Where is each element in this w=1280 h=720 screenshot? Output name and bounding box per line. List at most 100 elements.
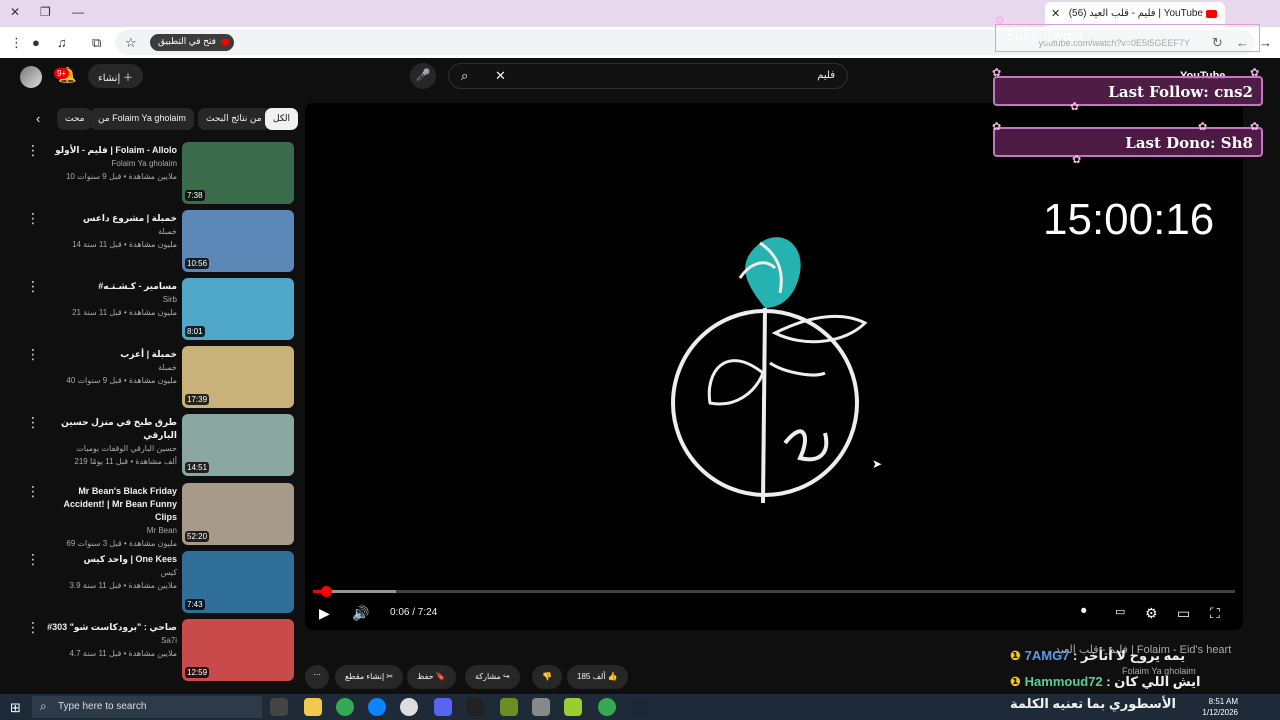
last-dono-label: Last Dono: Sh8 [1125, 134, 1253, 152]
clear-search-icon[interactable]: ✕ [495, 68, 506, 84]
video-title[interactable]: #صاحي : "برودكاست شو" 303 [42, 621, 177, 634]
system-clock[interactable]: 8:51 AM 1/12/2026 [1202, 696, 1238, 718]
video-thumbnail[interactable]: 10:56 [182, 210, 294, 272]
chrome-active-icon[interactable] [598, 698, 616, 716]
last-follow-overlay: Last Follow: cns2 [993, 76, 1263, 106]
video-channel[interactable]: كيس [42, 566, 177, 579]
clip-button[interactable]: إنشاء مقطع ✂ [335, 665, 404, 689]
more-options-icon[interactable]: ⋮ [26, 210, 40, 227]
video-channel[interactable]: حسين البارقي الوقفات بوميات [42, 442, 177, 455]
profile-icon[interactable]: ● [32, 35, 40, 50]
theater-mode-icon[interactable]: ▭ [1177, 605, 1190, 622]
video-thumbnail[interactable]: 14:51 [182, 414, 294, 476]
search-box[interactable]: ⌕ ✕ فليم [448, 63, 848, 89]
chip-all[interactable]: الكل [265, 108, 299, 130]
minecraft-icon[interactable] [500, 698, 518, 716]
taskbar-time: 8:51 AM [1208, 697, 1238, 706]
list-item[interactable]: ⋮ #مسامير - كـشـتـه Sirb 21 مليون مشاهدة • … [20, 278, 295, 342]
video-title[interactable]: Mr Bean's Black Friday Accident! | Mr Be… [42, 485, 177, 524]
play-icon[interactable]: ▶ [319, 605, 330, 622]
chip-from-channel[interactable]: من Folaim Ya gholaim [90, 108, 194, 130]
more-options-icon[interactable]: ⋮ [26, 483, 40, 500]
save-button[interactable]: حفظ 🔖 [407, 665, 456, 689]
more-options-icon[interactable]: ⋮ [26, 619, 40, 636]
list-item[interactable]: ⋮ #صاحي : "برودكاست شو" 303 Sa7i 4.7 ملايين… [20, 619, 295, 683]
like-button[interactable]: 185 ألف 👍 [567, 665, 628, 689]
more-options-icon[interactable]: ⋮ [26, 346, 40, 363]
settings-gear-icon[interactable]: ⚙ [1145, 605, 1158, 622]
list-item[interactable]: ⋮ واحد كيس | One Kees كيس 3.9 ملايين مشاهدة… [20, 551, 295, 615]
taskbar-search[interactable]: ⌕ Type here to search [32, 696, 262, 718]
autoplay-toggle-icon[interactable]: ⏺ [1081, 605, 1087, 618]
voice-search-button[interactable]: 🎤 [410, 63, 436, 89]
list-item[interactable]: ⋮ طرق طبخ في منزل حسين البارقي حسين البارق… [20, 414, 295, 478]
minimize-window-icon[interactable]: — [72, 5, 84, 19]
video-title[interactable]: خمبلة | أعزب [42, 348, 177, 361]
more-options-icon[interactable]: ⋮ [26, 142, 40, 159]
task-view-icon[interactable] [270, 698, 288, 716]
video-channel[interactable]: Mr Bean [42, 524, 177, 537]
list-item[interactable]: ⋮ Mr Bean's Black Friday Accident! | Mr B… [20, 483, 295, 548]
video-title[interactable]: واحد كيس | One Kees [42, 553, 177, 566]
bookmark-star-icon[interactable]: ☆ [125, 35, 137, 51]
fullscreen-icon[interactable]: ⛶ [1210, 605, 1220, 622]
video-title[interactable]: طرق طبخ في منزل حسين البارقي [42, 416, 177, 442]
more-options-icon[interactable]: ⋮ [26, 414, 40, 431]
obs-icon[interactable] [400, 698, 418, 716]
video-thumbnail[interactable]: 17:39 [182, 346, 294, 408]
file-explorer-icon[interactable] [304, 698, 322, 716]
scrubber-handle[interactable] [320, 586, 332, 597]
video-channel[interactable]: خمبلة [42, 225, 177, 238]
video-thumbnail[interactable]: 8:01 [182, 278, 294, 340]
extensions-icon[interactable]: ⧉ [92, 35, 101, 51]
app-icon[interactable] [466, 698, 484, 716]
app-icon[interactable] [564, 698, 582, 716]
video-player[interactable]: ➤ ▶ 🔊 0:06 / 7:24 ⏺ ▭ ⚙ ▭ ⛶ [305, 103, 1243, 630]
chip-from-search[interactable]: من نتائج البحث [198, 108, 270, 130]
chrome-icon[interactable] [336, 698, 354, 716]
create-button[interactable]: إنشاء ＋ [88, 64, 144, 88]
progress-bar[interactable] [313, 586, 1235, 597]
media-icon[interactable]: ♫ [57, 35, 67, 50]
steam-icon[interactable] [630, 698, 648, 716]
subtitles-icon[interactable]: ▭ [1115, 605, 1125, 618]
search-input[interactable]: فليم [817, 70, 835, 81]
video-channel[interactable]: Folaim Ya gholaim [42, 157, 177, 170]
dislike-button[interactable]: 👎 [532, 665, 562, 689]
open-in-app-button[interactable]: فتح في التطبيق [150, 34, 234, 51]
list-item[interactable]: ⋮ فليم - الأولو | Folaim - Allolo Folaim Y… [20, 142, 295, 206]
volume-icon[interactable]: 🔊 [352, 605, 369, 622]
app-icon[interactable] [532, 698, 550, 716]
more-menu-icon[interactable]: ⋮ [10, 35, 23, 51]
video-thumbnail[interactable]: 52:20 [182, 483, 294, 545]
discord-icon[interactable] [434, 698, 452, 716]
more-actions-button[interactable]: ⋯ [305, 665, 329, 689]
video-channel[interactable]: خمبلة [42, 361, 177, 374]
edge-icon[interactable] [368, 698, 386, 716]
more-options-icon[interactable]: ⋮ [26, 551, 40, 568]
search-icon[interactable]: ⌕ [461, 68, 468, 84]
video-channel[interactable]: Sirb [42, 293, 177, 306]
video-channel[interactable]: Sa7i [42, 634, 177, 647]
flower-icon: ✿ [992, 67, 1002, 79]
video-duration: 7:43 [185, 599, 205, 610]
video-title[interactable]: فليم - الأولو | Folaim - Allolo [42, 144, 177, 157]
video-thumbnail[interactable]: 7:38 [182, 142, 294, 204]
windows-start-icon[interactable]: ⊞ [10, 700, 21, 716]
restore-window-icon[interactable]: ❐ [40, 5, 51, 19]
avatar[interactable] [20, 66, 42, 88]
close-tab-icon[interactable]: ✕ [1051, 7, 1060, 20]
close-window-icon[interactable]: ✕ [10, 5, 20, 19]
chip-content[interactable]: محت [57, 108, 93, 130]
list-item[interactable]: ⋮ خمبلة | أعزب خمبلة 40 مليون مشاهدة • قبل … [20, 346, 295, 410]
video-title[interactable]: خمبلة | مشروع داعس [42, 212, 177, 225]
list-item[interactable]: ⋮ خمبلة | مشروع داعس خمبلة 14 مليون مشاهدة … [20, 210, 295, 274]
video-thumbnail[interactable]: 12:59 [182, 619, 294, 681]
video-title[interactable]: #مسامير - كـشـتـه [42, 280, 177, 293]
forward-icon[interactable]: → [1259, 35, 1272, 50]
chat-username: 7AMG7 [1024, 648, 1070, 663]
video-thumbnail[interactable]: 7:43 [182, 551, 294, 613]
chevron-left-icon[interactable]: ‹ [36, 111, 40, 126]
share-button[interactable]: مشاركة ↪ [465, 665, 520, 689]
more-options-icon[interactable]: ⋮ [26, 278, 40, 295]
